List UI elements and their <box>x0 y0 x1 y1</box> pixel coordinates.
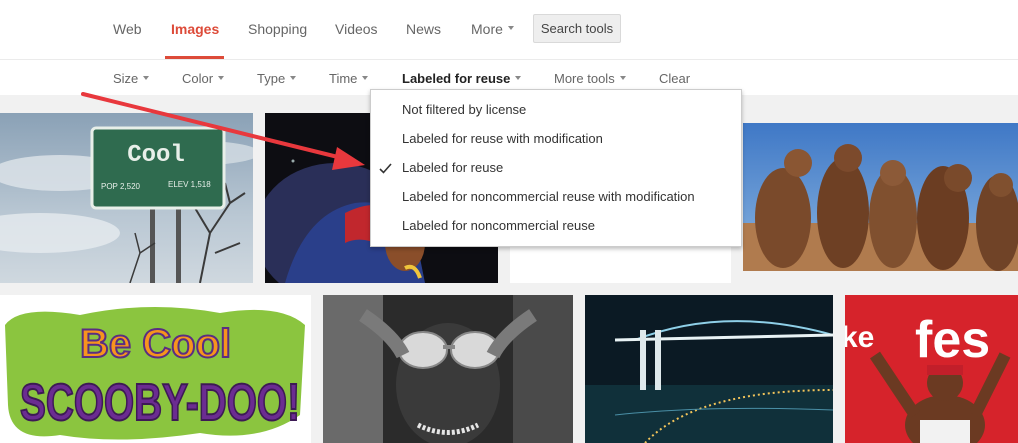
option-noncommercial-reuse[interactable]: Labeled for noncommercial reuse <box>402 218 595 233</box>
tab-videos[interactable]: Videos <box>335 21 378 37</box>
night-bridge-image <box>585 295 833 443</box>
cool-sign-title: Cool <box>127 142 185 169</box>
men-group-image <box>743 123 1018 271</box>
option-reuse-with-modification[interactable]: Labeled for reuse with modification <box>402 131 603 146</box>
festival-image: ke fes <box>845 295 1018 443</box>
tab-more-label: More <box>471 21 503 37</box>
image-result-cool-sign[interactable]: Cool POP 2,520 ELEV 1,518 <box>0 113 253 283</box>
usage-rights-dropdown: Not filtered by license Labeled for reus… <box>370 89 742 247</box>
festival-text-right: fes <box>915 311 990 369</box>
tab-images[interactable]: Images <box>171 21 219 37</box>
color-filter[interactable]: Color <box>182 71 225 86</box>
active-tab-underline <box>165 56 224 59</box>
color-filter-label: Color <box>182 71 214 86</box>
option-noncommercial-with-modification[interactable]: Labeled for noncommercial reuse with mod… <box>402 189 695 204</box>
tab-web[interactable]: Web <box>113 21 142 37</box>
search-tools-button[interactable]: Search tools <box>533 14 621 43</box>
tab-news[interactable]: News <box>406 21 441 37</box>
option-not-filtered[interactable]: Not filtered by license <box>402 102 526 117</box>
more-tools-filter[interactable]: More tools <box>554 71 626 86</box>
cool-sign-image: Cool POP 2,520 ELEV 1,518 <box>0 113 253 283</box>
option-labeled-for-reuse[interactable]: Labeled for reuse <box>402 160 503 175</box>
scooby-doo-text: SCOOBY-DOO! <box>20 374 300 432</box>
caret-down-icon <box>290 75 297 80</box>
image-result-festival[interactable]: ke fes <box>845 295 1018 443</box>
top-nav: Web Images Shopping Videos News More Sea… <box>0 0 1018 60</box>
usage-rights-label: Labeled for reuse <box>402 71 511 86</box>
caret-down-icon <box>507 26 514 31</box>
tab-more[interactable]: More <box>471 21 514 37</box>
caret-down-icon <box>143 75 150 80</box>
time-filter[interactable]: Time <box>329 71 369 86</box>
image-result-scooby-doo[interactable]: Be Cool SCOOBY-DOO! <box>0 295 311 443</box>
type-filter-label: Type <box>257 71 286 86</box>
caret-down-icon <box>515 75 522 80</box>
tab-shopping[interactable]: Shopping <box>248 21 307 37</box>
scooby-be-cool-text: Be Cool <box>80 322 231 366</box>
scooby-doo-logo-image: Be Cool SCOOBY-DOO! <box>5 306 305 440</box>
type-filter[interactable]: Type <box>257 71 297 86</box>
cool-sign-elev: ELEV 1,518 <box>168 180 211 189</box>
more-tools-label: More tools <box>554 71 615 86</box>
caret-down-icon <box>218 75 225 80</box>
checkmark-icon <box>379 163 392 174</box>
image-result-men-group[interactable] <box>743 123 1018 271</box>
image-result-night-bridge[interactable] <box>585 295 833 443</box>
child-sunglasses-image <box>323 295 573 443</box>
size-filter-label: Size <box>113 71 139 86</box>
clear-filters-link[interactable]: Clear <box>659 71 690 86</box>
caret-down-icon <box>619 75 626 80</box>
size-filter[interactable]: Size <box>113 71 150 86</box>
usage-rights-filter[interactable]: Labeled for reuse <box>402 71 522 86</box>
image-result-child-sunglasses[interactable] <box>323 295 573 443</box>
caret-down-icon <box>362 75 369 80</box>
cool-sign-pop: POP 2,520 <box>101 182 141 191</box>
time-filter-label: Time <box>329 71 358 86</box>
festival-text-left: ke <box>845 321 874 354</box>
